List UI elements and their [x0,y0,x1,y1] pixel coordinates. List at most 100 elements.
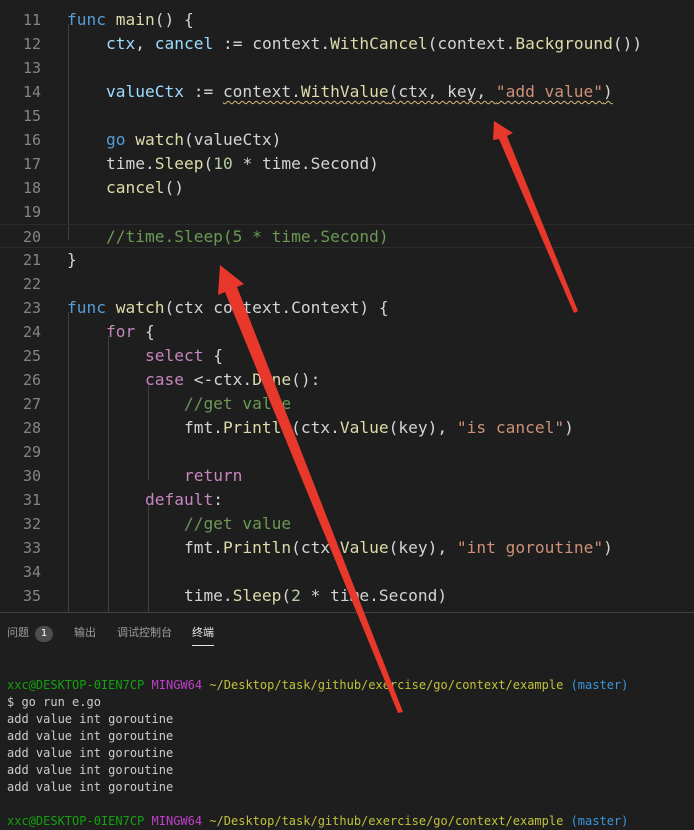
code-line[interactable]: 12 ctx, cancel := context.WithCancel(con… [0,32,694,56]
line-number: 11 [22,11,41,29]
code-token: select [144,346,204,365]
code-token: WithCancel [330,34,428,53]
prompt-branch: (master) [570,814,629,828]
code-token: case [144,370,184,389]
code-line[interactable]: 34 [0,560,694,584]
tab-label: 调试控制台 [117,626,172,639]
code-text: ctx, cancel := context.WithCancel(contex… [67,32,642,56]
code-line[interactable]: 33 fmt.Println(ctx.Value(key), "int goro… [0,536,694,560]
code-token: ) [564,418,574,437]
code-token: context. [222,82,301,101]
code-line[interactable]: 27 //get value [0,392,694,416]
code-token: * time.Second) [232,154,379,173]
code-token: (ctx. [291,538,340,557]
code-token: time. [67,586,233,605]
code-token: fmt. [67,538,223,557]
tab-label: 输出 [74,626,96,639]
code-token: watch [135,130,184,149]
code-line[interactable]: 31 default: [0,488,694,512]
code-line[interactable]: 22 [0,272,694,296]
terminal-output-line: add value int goroutine [7,712,174,726]
code-token: () { [154,10,194,29]
code-line[interactable]: 19 [0,200,694,224]
prompt-env: MINGW64 [151,814,203,828]
tab-output[interactable]: 输出 [74,625,96,641]
line-number: 31 [22,491,41,509]
code-token: , [135,34,155,53]
code-text: cancel() [67,176,184,200]
line-number: 34 [22,563,41,581]
terminal-output-line: add value int goroutine [7,763,174,777]
code-token: cancel [154,34,214,53]
code-token: fmt. [67,418,223,437]
code-token: ) [603,82,613,101]
code-line[interactable]: 18 cancel() [0,176,694,200]
code-line[interactable]: 15 [0,104,694,128]
line-number: 28 [22,419,41,437]
line-number: 24 [22,323,41,341]
prompt-path: ~/Desktop/task/github/exercise/go/contex… [209,814,564,828]
code-line[interactable]: 11 func main() { [0,8,694,32]
code-line[interactable]: 29 [0,440,694,464]
code-text: for { [67,320,155,344]
code-token: Println [222,418,292,437]
tab-problems[interactable]: 问题 1 [7,625,53,642]
terminal-output-line: add value int goroutine [7,746,174,760]
code-token: Background [515,34,613,53]
prompt-branch: (master) [570,678,629,692]
code-token: valueCtx [105,82,184,101]
problems-count-badge: 1 [35,626,53,642]
code-text: fmt.Println(ctx.Value(key), "int gorouti… [67,536,613,560]
code-token: Sleep [154,154,204,173]
code-token: WithValue [300,82,389,101]
code-line[interactable]: 32 //get value [0,512,694,536]
terminal-output-line: add value int goroutine [7,780,174,794]
code-token: (valueCtx) [183,130,282,149]
code-token: } [67,250,77,269]
code-line[interactable]: 23 func watch(ctx context.Context) { [0,296,694,320]
code-line[interactable]: 20 //time.Sleep(5 * time.Second) [0,224,694,248]
code-line[interactable]: 17 time.Sleep(10 * time.Second) [0,152,694,176]
terminal-output-line: add value int goroutine [7,729,174,743]
code-token: cancel [105,178,165,197]
code-text: return [67,464,242,488]
code-token: func [67,298,106,317]
code-token: ()) [612,34,643,53]
code-token: <-ctx. [183,370,253,389]
code-token: go [105,130,126,149]
code-line[interactable]: 35 time.Sleep(2 * time.Second) [0,584,694,608]
code-line[interactable]: 26 case <-ctx.Done(): [0,368,694,392]
tab-terminal[interactable]: 终端 [192,625,214,646]
code-token: for [105,322,136,341]
line-number: 29 [22,443,41,461]
code-line[interactable]: 25 select { [0,344,694,368]
code-text: } [67,248,77,272]
bottom-panel: 问题 1 输出 调试控制台 终端 xxc@DESKTOP-0IEN7CP MING… [0,612,694,828]
code-token: "int goroutine" [456,538,604,557]
code-line[interactable]: 28 fmt.Println(ctx.Value(key), "is cance… [0,416,694,440]
code-line[interactable]: 21} [0,248,694,272]
code-text: go watch(valueCtx) [67,128,281,152]
code-text: time.Sleep(2 * time.Second) [67,584,447,608]
code-line[interactable]: 16 go watch(valueCtx) [0,128,694,152]
code-token: { [203,346,223,365]
code-token: : [213,490,223,509]
code-line[interactable]: 14 valueCtx := context.WithValue(ctx, ke… [0,80,694,104]
code-token: "add value" [495,82,604,101]
code-line[interactable]: 13 [0,56,694,80]
code-line[interactable]: 24 for { [0,320,694,344]
code-token: ctx [105,34,136,53]
code-text: select { [67,344,223,368]
line-number: 20 [22,228,41,246]
code-editor[interactable]: 11 func main() {12 ctx, cancel := context… [0,0,694,612]
line-number: 12 [22,35,41,53]
code-token: watch [115,298,165,317]
tab-debug-console[interactable]: 调试控制台 [117,625,172,641]
code-token: time. [67,154,155,173]
code-line[interactable]: 30 return [0,464,694,488]
